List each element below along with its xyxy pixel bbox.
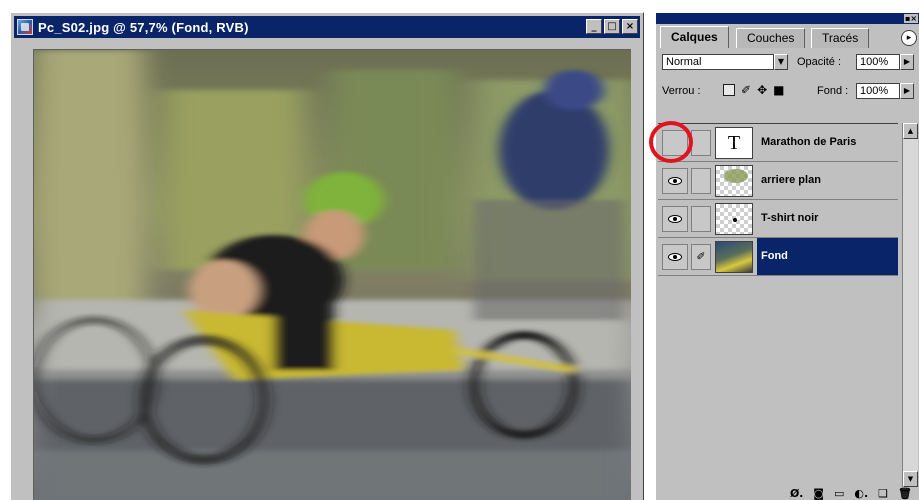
opacity-label: Opacité :: [797, 56, 842, 68]
eye-icon: [668, 214, 682, 223]
palette-tabs: Calques Couches Tracés ▸: [656, 26, 919, 48]
lock-brush-icon[interactable]: ✐: [741, 83, 751, 97]
layer-link-cell[interactable]: [691, 205, 711, 232]
lock-transparency-icon[interactable]: [723, 84, 735, 96]
layer-thumbnail: [715, 164, 753, 197]
layer-thumbnail: [715, 240, 753, 273]
tab-traces[interactable]: Tracés: [811, 28, 870, 48]
lock-label: Verrou :: [662, 85, 701, 97]
maximize-button[interactable]: □: [604, 19, 620, 34]
layer-name[interactable]: Marathon de Paris: [757, 124, 898, 161]
trash-icon[interactable]: 🗑: [898, 488, 912, 500]
palette-bottom-bar: Ø. ◙ ▭ ◐. ❑ 🗑: [656, 487, 919, 500]
lock-move-icon[interactable]: ✥: [757, 83, 767, 97]
layer-visibility-toggle[interactable]: [662, 243, 688, 270]
layer-visibility-toggle[interactable]: [662, 205, 688, 232]
image-canvas[interactable]: [33, 49, 631, 500]
close-button[interactable]: ×: [622, 19, 638, 34]
layer-styles-icon[interactable]: Ø.: [790, 488, 803, 500]
layer-name[interactable]: arriere plan: [757, 162, 898, 199]
palette-close-icon[interactable]: ▪×: [904, 14, 918, 23]
fill-label: Fond :: [817, 85, 849, 97]
layer-row-t-shirt-noir[interactable]: T-shirt noir: [658, 200, 898, 238]
lock-options: ✐ ✥ ■: [723, 83, 784, 97]
layers-scrollbar[interactable]: ▲ ▼: [902, 123, 918, 487]
layer-name[interactable]: Fond: [757, 238, 898, 275]
document-title: Pc_S02.jpg @ 57,7% (Fond, RVB): [38, 19, 249, 35]
scroll-down-icon[interactable]: ▼: [903, 471, 918, 487]
layer-visibility-toggle[interactable]: [662, 167, 688, 194]
photoshop-document-icon: [17, 19, 33, 35]
window-controls: _ □ ×: [586, 19, 638, 34]
blend-mode-dropdown-icon[interactable]: ▼: [774, 54, 788, 70]
blend-opacity-row: Normal ▼ Opacité : 100% ▶: [656, 52, 919, 77]
eye-icon: [668, 252, 682, 261]
layer-thumbnail: [715, 202, 753, 235]
fill-slider-arrow-icon[interactable]: ▶: [900, 83, 914, 99]
layer-row-fond[interactable]: ✐ Fond: [658, 238, 898, 276]
eye-icon: [668, 176, 682, 185]
layer-link-cell[interactable]: [691, 167, 711, 194]
motion-blur-photo: [34, 50, 631, 500]
layer-row-marathon-de-paris[interactable]: T Marathon de Paris: [658, 124, 898, 162]
add-mask-icon[interactable]: ◙: [813, 488, 824, 500]
fill-field[interactable]: 100%: [856, 83, 900, 99]
adjustment-layer-icon[interactable]: ◐.: [854, 488, 868, 500]
document-window: Pc_S02.jpg @ 57,7% (Fond, RVB) _ □ ×: [10, 12, 644, 500]
new-layer-icon[interactable]: ❑: [878, 488, 888, 500]
layer-link-cell[interactable]: [691, 129, 711, 156]
layers-palette: ▪× Calques Couches Tracés ▸ Normal ▼ Opa…: [655, 12, 919, 500]
document-titlebar[interactable]: Pc_S02.jpg @ 57,7% (Fond, RVB) _ □ ×: [14, 16, 640, 38]
palette-menu-arrow-icon[interactable]: ▸: [901, 30, 917, 46]
layers-list: T Marathon de Paris arriere plan T-shirt…: [658, 123, 898, 500]
lock-fill-row: Verrou : ✐ ✥ ■ Fond : 100% ▶: [656, 81, 919, 106]
minimize-button[interactable]: _: [586, 19, 602, 34]
opacity-slider-arrow-icon[interactable]: ▶: [900, 54, 914, 70]
tab-calques[interactable]: Calques: [660, 26, 729, 48]
paintbrush-icon[interactable]: ✐: [691, 243, 711, 270]
layer-row-arriere-plan[interactable]: arriere plan: [658, 162, 898, 200]
scroll-up-icon[interactable]: ▲: [903, 123, 918, 139]
layer-name[interactable]: T-shirt noir: [757, 200, 898, 237]
opacity-field[interactable]: 100%: [856, 54, 900, 70]
lock-all-icon[interactable]: ■: [773, 83, 784, 97]
palette-titlebar[interactable]: ▪×: [656, 13, 919, 24]
tab-couches[interactable]: Couches: [736, 28, 806, 48]
blend-mode-select[interactable]: Normal: [662, 54, 774, 70]
new-set-folder-icon[interactable]: ▭: [834, 488, 844, 500]
text-layer-icon: T: [715, 126, 753, 159]
highlight-circle: [649, 121, 693, 163]
